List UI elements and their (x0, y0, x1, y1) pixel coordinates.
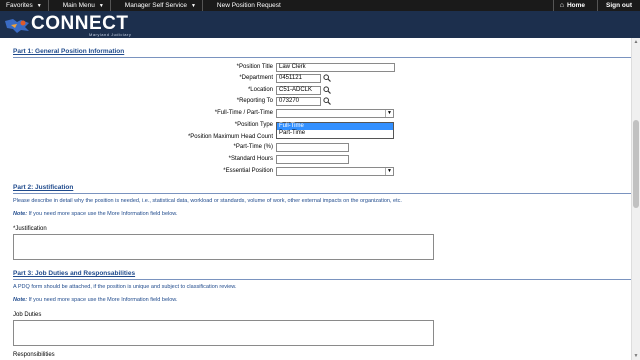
section-divider (13, 279, 631, 280)
note-label: Note: (13, 297, 28, 303)
part-time-pct-label: *Part-Time (%) (233, 144, 273, 150)
justification-textarea[interactable] (13, 234, 434, 260)
form-content: Part 1: General Position Information *Po… (0, 38, 631, 360)
job-duties-description: A PDQ form should be attached, if the po… (13, 284, 237, 290)
breadcrumb-manager-self-service[interactable]: Manager Self Service ▼ (111, 0, 203, 11)
dropdown-option-part-time[interactable]: Part-Time (277, 130, 393, 137)
dropdown-option-full-time[interactable]: Full-Time (277, 123, 393, 130)
part3-title[interactable]: Part 3: Job Duties and Responsabilities (13, 270, 135, 277)
search-icon[interactable] (323, 74, 331, 82)
note-text: If you need more space use the More Info… (27, 297, 178, 303)
max-head-count-label: *Position Maximum Head Count (187, 134, 273, 140)
scroll-down-icon[interactable]: ▼ (632, 352, 640, 360)
chevron-down-icon: ▼ (98, 2, 104, 9)
full-part-time-dropdown-list[interactable]: Full-Time Part-Time (276, 122, 394, 139)
department-label: *Department (239, 75, 273, 81)
job-duties-note: Note: If you need more space use the Mor… (13, 297, 177, 303)
essential-position-select[interactable]: ▼ (276, 167, 394, 176)
search-icon[interactable] (323, 86, 331, 94)
favorites-menu[interactable]: Favorites ▼ (0, 0, 49, 11)
breadcrumb-current-page: New Position Request (216, 2, 281, 9)
position-title-label: *Position Title (236, 64, 273, 70)
vertical-scrollbar[interactable]: ▲ ▼ (631, 38, 640, 360)
justification-note: Note: If you need more space use the Mor… (13, 211, 177, 217)
chevron-down-icon: ▼ (385, 168, 393, 175)
full-part-time-select[interactable]: ▼ (276, 109, 394, 118)
breadcrumb-label: Manager Self Service (124, 2, 187, 9)
note-text: If you need more space use the More Info… (27, 211, 178, 217)
position-type-label: *Position Type (234, 122, 273, 128)
section-divider (13, 57, 631, 58)
search-icon[interactable] (323, 97, 331, 105)
part-time-pct-input[interactable] (276, 143, 349, 152)
reporting-to-label: *Reporting To (236, 98, 273, 104)
justification-description: Please describe in detail why the positi… (13, 198, 402, 204)
home-icon: ⌂ (559, 2, 564, 9)
maryland-map-icon (5, 19, 29, 33)
full-part-time-label: *Full-Time / Part-Time (214, 110, 273, 116)
standard-hours-label: *Standard Hours (228, 156, 273, 162)
standard-hours-input[interactable] (276, 155, 349, 164)
scrollbar-thumb[interactable] (633, 120, 639, 208)
location-label: *Location (247, 87, 273, 93)
position-title-input[interactable]: Law Clerk (276, 63, 395, 72)
chevron-down-icon: ▼ (385, 110, 393, 117)
sign-out-link[interactable]: Sign out (597, 0, 640, 11)
department-input[interactable]: 0451121 (276, 74, 321, 83)
section-divider (13, 193, 631, 194)
chevron-down-icon: ▼ (36, 2, 42, 9)
home-link[interactable]: ⌂ Home (552, 0, 597, 11)
scroll-up-icon[interactable]: ▲ (632, 38, 640, 46)
connect-logo: CONNECT Maryland Judiciary (3, 11, 153, 38)
essential-position-label: *Essential Position (223, 168, 273, 174)
responsibilities-label: Responsibilities (13, 352, 55, 358)
top-navigation-bar: Favorites ▼ Main Menu ▼ Manager Self Servi… (0, 0, 640, 11)
sign-out-label: Sign out (606, 2, 632, 9)
main-menu-label: Main Menu (62, 2, 95, 9)
chevron-down-icon: ▼ (190, 2, 196, 9)
location-input[interactable]: C51-ADCLK (276, 86, 321, 95)
note-label: Note: (13, 211, 28, 217)
home-label: Home (566, 2, 585, 9)
job-duties-textarea[interactable] (13, 320, 434, 346)
reporting-to-input[interactable]: 073270 (276, 97, 321, 106)
favorites-label: Favorites (6, 2, 33, 9)
part1-title[interactable]: Part 1: General Position Information (13, 48, 124, 55)
part2-title[interactable]: Part 2: Justification (13, 184, 73, 191)
logo-subtitle: Maryland Judiciary (89, 32, 132, 37)
justification-label: *Justification (13, 226, 47, 232)
main-menu[interactable]: Main Menu ▼ (49, 0, 111, 11)
job-duties-label: Job Duties (13, 312, 42, 318)
